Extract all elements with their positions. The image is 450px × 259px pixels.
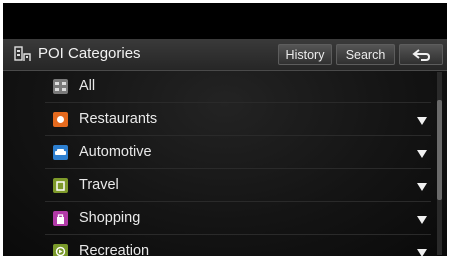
- list-item-shopping[interactable]: Shopping: [3, 202, 437, 235]
- scroll-thumb[interactable]: [437, 100, 442, 200]
- chevron-down-icon[interactable]: [417, 183, 427, 191]
- category-label: Travel: [79, 177, 119, 193]
- chevron-down-icon[interactable]: [417, 150, 427, 158]
- automotive-icon: [53, 145, 68, 160]
- poi-categories-icon: [14, 46, 32, 63]
- category-label: Recreation: [79, 243, 150, 256]
- list-item-automotive[interactable]: Automotive: [3, 136, 437, 169]
- back-arrow-icon: [412, 49, 431, 61]
- search-button[interactable]: Search: [336, 44, 395, 65]
- chevron-down-icon[interactable]: [417, 117, 427, 125]
- category-label: Shopping: [79, 210, 141, 226]
- category-label: All: [79, 78, 96, 94]
- list-item-restaurants[interactable]: Restaurants: [3, 103, 437, 136]
- back-button[interactable]: [399, 44, 443, 65]
- header-bar: POI Categories History Search: [3, 39, 447, 71]
- history-button[interactable]: History: [278, 44, 332, 65]
- restaurant-icon: [53, 112, 68, 127]
- scrollbar[interactable]: [437, 72, 442, 255]
- status-bar: [3, 3, 447, 39]
- shopping-icon: [53, 211, 68, 226]
- all-icon: [53, 79, 68, 94]
- travel-icon: [53, 178, 68, 193]
- list-item-all[interactable]: All: [3, 70, 437, 103]
- list-item-travel[interactable]: Travel: [3, 169, 437, 202]
- list-item-recreation[interactable]: Recreation: [3, 235, 437, 256]
- page-title: POI Categories: [38, 45, 141, 62]
- category-label: Automotive: [79, 144, 152, 160]
- chevron-down-icon[interactable]: [417, 216, 427, 224]
- recreation-icon: [53, 244, 68, 256]
- category-list: All Restaurants Automotive Travel Shoppi…: [3, 70, 437, 256]
- navigation-screen: POI Categories History Search All Restau…: [3, 3, 447, 256]
- category-label: Restaurants: [79, 111, 158, 127]
- chevron-down-icon[interactable]: [417, 249, 427, 256]
